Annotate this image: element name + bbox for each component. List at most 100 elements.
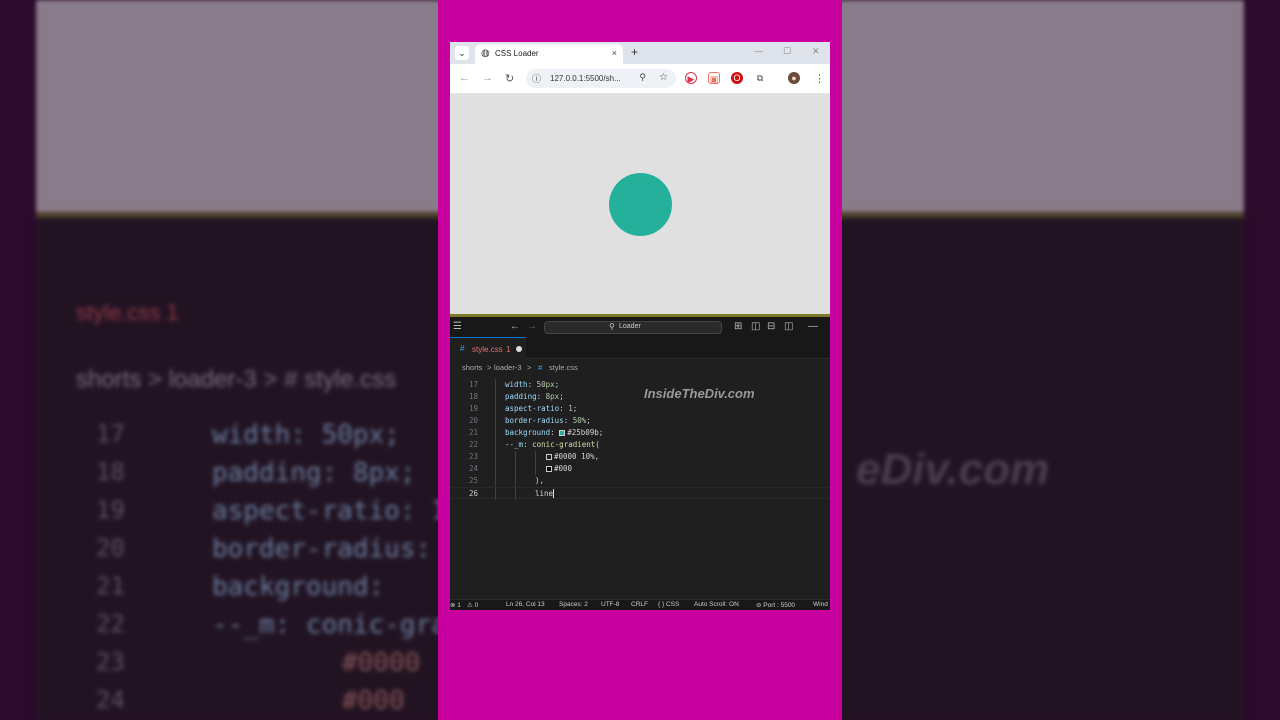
bg-line-number: 20 [96, 534, 125, 562]
indent-guide [495, 488, 496, 500]
bg-line-number: 21 [96, 572, 125, 600]
code-text: aspect-ratio: 1; [505, 404, 578, 413]
url-text: 127.0.0.1:5500/sh... [550, 74, 621, 83]
vscode-titlebar: ☰ ← → ⚲ Loader ⊞ ◫ ⊟ ◫ — [450, 317, 830, 337]
code-line: 21 background: #25b09b; [450, 427, 830, 439]
line-number: 17 [468, 380, 478, 389]
command-center-search[interactable]: ⚲ Loader [544, 321, 722, 334]
bg-line-number: 19 [96, 496, 125, 524]
code-text: --_m: conic-gradient( [505, 440, 600, 449]
browser-tab[interactable]: ◍ CSS Loader × [475, 44, 623, 64]
line-number: 22 [468, 440, 478, 449]
window-close-button[interactable]: ✕ [812, 46, 820, 57]
code-line: 17 width: 50px; [450, 379, 830, 391]
maximize-button[interactable]: ☐ [783, 46, 791, 57]
line-number: 26 [468, 489, 478, 498]
tab-style-css[interactable]: # style.css 1 [450, 337, 526, 359]
indent-guide [495, 439, 496, 451]
back-arrow-icon[interactable]: ← [459, 72, 470, 84]
line-number: 19 [468, 404, 478, 413]
indent-guide [515, 463, 516, 475]
code-text: width: 50px; [505, 380, 560, 389]
code-text: #0000 10%, [546, 452, 599, 461]
indent-guide [495, 475, 496, 487]
code-line: 23 #0000 10%, [450, 451, 830, 463]
tab-title: CSS Loader [495, 49, 539, 58]
color-swatch[interactable] [559, 430, 566, 436]
eol-status[interactable]: CRLF [631, 601, 648, 608]
bg-code-line: border-radius: [212, 534, 432, 564]
customize-layout-icon[interactable]: ⊞ [734, 321, 742, 332]
indent-guide [495, 463, 496, 475]
toggle-secondary-sidebar-icon[interactable]: ◫ [784, 321, 793, 332]
blurred-background-right: eDiv.com [842, 0, 1280, 720]
bg-tab-label: style.css 1 [76, 300, 179, 325]
breadcrumb-folder[interactable]: shorts [462, 363, 482, 372]
cursor-position[interactable]: Ln 26, Col 13 [506, 601, 545, 608]
errors-status[interactable]: ⊗ 1 [450, 601, 461, 609]
screenshot-extension-icon[interactable]: ▣ [708, 72, 720, 84]
code-text: ), [535, 476, 545, 485]
indent-guide [495, 451, 496, 463]
indent-guide [515, 488, 516, 500]
indent-guide [495, 427, 496, 439]
line-number: 21 [468, 428, 478, 437]
warnings-status[interactable]: ⚠ 0 [467, 601, 478, 609]
bg-line-number: 22 [96, 610, 125, 638]
breadcrumb-folder[interactable]: loader-3 [494, 363, 522, 372]
unsaved-dot-icon[interactable] [516, 346, 522, 352]
menu-icon[interactable]: ⋮ [814, 72, 825, 85]
site-info-icon[interactable]: ⓘ [532, 72, 541, 85]
encoding-status[interactable]: UTF-8 [601, 601, 619, 608]
vscode-editor: ☰ ← → ⚲ Loader ⊞ ◫ ⊟ ◫ — # style.css 1 s… [450, 314, 830, 610]
color-swatch[interactable] [546, 466, 552, 472]
breadcrumb-file[interactable]: style.css [549, 363, 578, 372]
new-tab-button[interactable]: + [631, 45, 638, 59]
opera-extension-icon[interactable]: O [731, 72, 743, 84]
bg-watermark: eDiv.com [856, 445, 1050, 494]
language-mode[interactable]: { } CSS [658, 601, 679, 608]
forward-arrow-icon[interactable]: → [527, 321, 537, 332]
line-number: 25 [468, 476, 478, 485]
address-bar[interactable]: ⓘ 127.0.0.1:5500/sh... ⚲ ☆ [526, 69, 676, 88]
auto-scroll-status[interactable]: Auto Scroll: ON [694, 601, 739, 608]
line-number: 18 [468, 392, 478, 401]
extensions-puzzle-icon[interactable]: ⧉ [754, 72, 766, 84]
search-icon: ⚲ [609, 322, 615, 331]
indent-guide [495, 403, 496, 415]
tab-close-button[interactable]: × [612, 48, 617, 58]
minimize-button[interactable]: — [754, 46, 763, 56]
toggle-sidebar-icon[interactable]: ◫ [751, 321, 760, 332]
chevron-right-icon: > [527, 363, 532, 372]
bg-code-line: #000 [342, 686, 405, 716]
indent-guide [515, 475, 516, 487]
color-swatch[interactable] [546, 454, 552, 460]
zoom-icon[interactable]: ⚲ [639, 72, 646, 83]
bg-line-number: 17 [96, 420, 125, 448]
tab-filename: style.css [472, 345, 503, 354]
record-extension-icon[interactable]: ▶ [685, 72, 697, 84]
css-file-icon: # [538, 363, 543, 372]
search-text: Loader [619, 323, 641, 330]
bookmark-star-icon[interactable]: ☆ [659, 72, 668, 83]
live-server-port[interactable]: ⊘ Port : 5500 [756, 601, 795, 609]
indent-guide [495, 379, 496, 391]
indentation-status[interactable]: Spaces: 2 [559, 601, 588, 608]
reload-icon[interactable]: ↻ [505, 72, 514, 85]
back-arrow-icon[interactable]: ← [510, 321, 520, 332]
wind-status[interactable]: Wind [813, 601, 828, 608]
code-line: 24 #000 [450, 463, 830, 475]
tab-strip: ⌄ ◍ CSS Loader × + — ☐ ✕ [450, 42, 830, 64]
bg-code-line: #0000 [342, 648, 421, 678]
line-number: 24 [468, 464, 478, 473]
profile-avatar[interactable]: ● [788, 72, 800, 84]
tab-search-button[interactable]: ⌄ [455, 46, 469, 60]
chevron-right-icon: > [487, 363, 492, 372]
minimize-icon[interactable]: — [808, 321, 818, 332]
hamburger-menu-icon[interactable]: ☰ [453, 321, 462, 332]
code-area[interactable]: 17 width: 50px; 18 padding: 8px; 19 aspe… [450, 379, 830, 599]
toggle-panel-icon[interactable]: ⊟ [767, 321, 775, 332]
text-cursor [553, 489, 555, 498]
forward-arrow-icon[interactable]: → [482, 72, 493, 84]
code-line: 22 --_m: conic-gradient( [450, 439, 830, 451]
